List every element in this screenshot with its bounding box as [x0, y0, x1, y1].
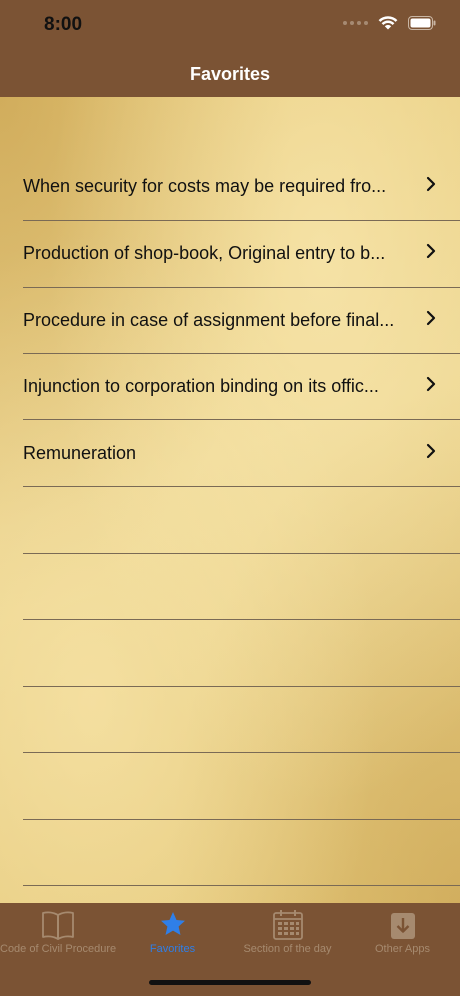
cellular-signal-icon: [343, 20, 368, 25]
chevron-right-icon: [426, 310, 436, 326]
home-indicator[interactable]: [149, 980, 311, 985]
chevron-right-icon: [426, 243, 436, 259]
page-title: Favorites: [189, 64, 271, 84]
book-icon: [41, 911, 74, 940]
row-separator: [23, 419, 460, 420]
tab-label: Favorites: [149, 943, 196, 955]
row-separator: [23, 486, 460, 487]
list-item[interactable]: Production of shop-book, Original entry …: [0, 221, 460, 288]
status-bar: 8:00: [0, 0, 460, 50]
favorites-list: When security for costs may be required …: [0, 97, 460, 903]
calendar-icon: [272, 910, 303, 940]
tab-label: Section of the day: [243, 943, 332, 955]
list-item-label: When security for costs may be required …: [23, 176, 387, 196]
row-separator: [23, 686, 460, 687]
status-time: 8:00: [44, 14, 83, 35]
chevron-right-icon: [426, 376, 436, 392]
chevron-right-icon: [426, 176, 436, 192]
status-indicators: [343, 15, 436, 30]
tab-section-of-the-day[interactable]: Section of the day: [230, 903, 345, 963]
row-separator: [23, 819, 460, 820]
battery-icon: [408, 15, 436, 30]
wifi-icon: [378, 15, 398, 30]
chevron-right-icon: [426, 443, 436, 459]
star-icon: [160, 912, 185, 935]
tab-label: Other Apps: [374, 943, 431, 955]
download-icon: [390, 913, 415, 939]
row-separator: [23, 752, 460, 753]
list-item-label: Injunction to corporation binding on its…: [23, 376, 379, 396]
list-item-label: Remuneration: [23, 443, 137, 463]
list-item[interactable]: Injunction to corporation binding on its…: [0, 354, 460, 421]
row-separator: [23, 619, 460, 620]
tab-label: Code of Civil Procedure: [0, 943, 117, 955]
row-separator: [23, 553, 460, 554]
list-item[interactable]: Procedure in case of assignment before f…: [0, 288, 460, 355]
row-separator: [23, 885, 460, 886]
tab-favorites[interactable]: Favorites: [115, 903, 230, 963]
navigation-bar: Favorites: [0, 50, 460, 97]
list-item[interactable]: Remuneration: [0, 421, 460, 488]
list-item-label: Production of shop-book, Original entry …: [23, 243, 386, 263]
tab-code-of-civil-procedure[interactable]: Code of Civil Procedure: [0, 903, 117, 963]
list-item[interactable]: When security for costs may be required …: [0, 154, 460, 221]
tab-bar: Code of Civil Procedure Favorites Sectio…: [0, 903, 460, 996]
list-item-label: Procedure in case of assignment before f…: [23, 310, 395, 330]
tab-other-apps[interactable]: Other Apps: [345, 903, 460, 963]
